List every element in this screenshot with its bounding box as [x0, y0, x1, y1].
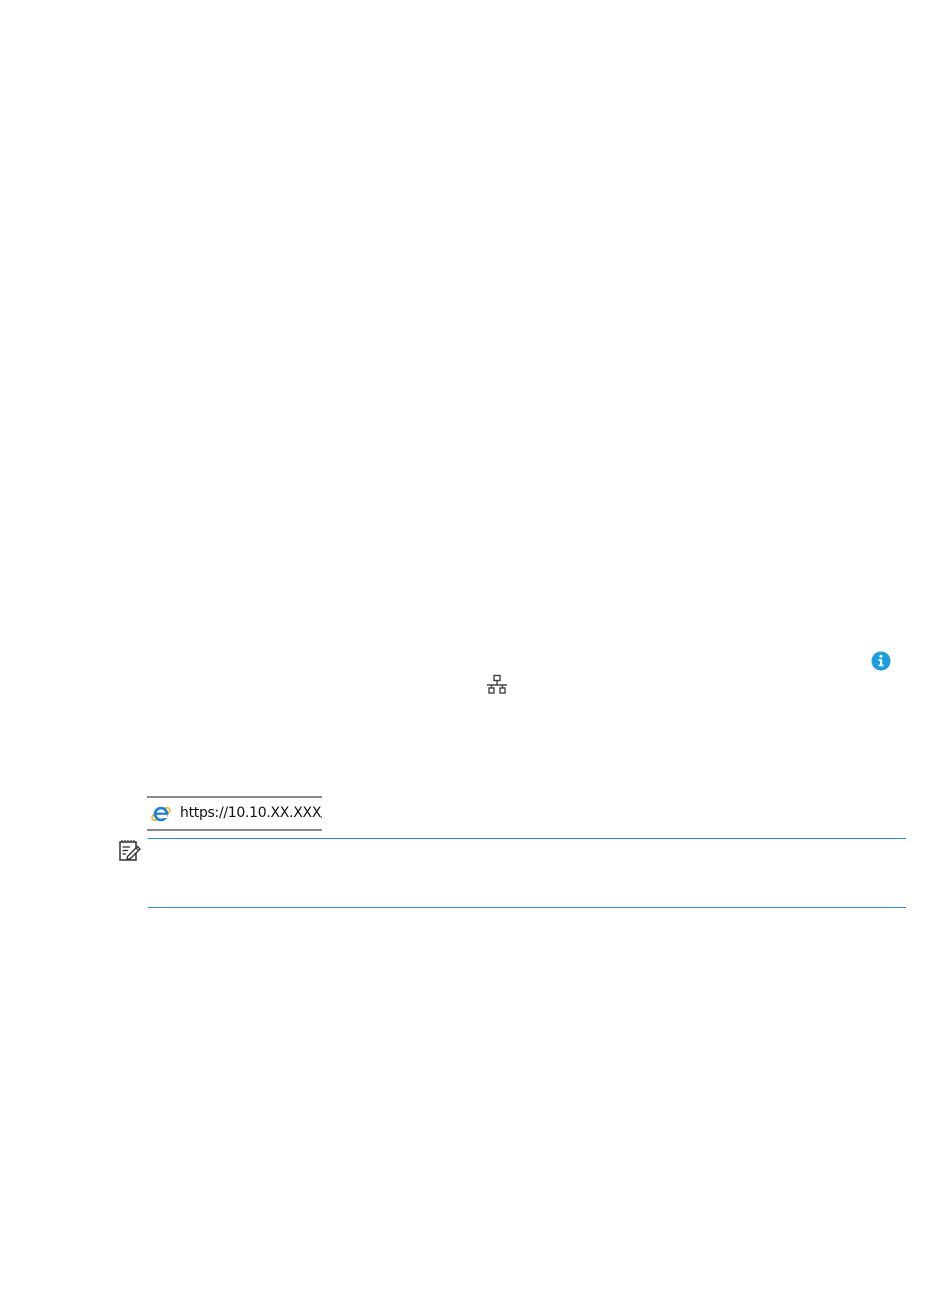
network-icon [487, 674, 507, 694]
note-top-rule [148, 838, 906, 839]
note-bottom-rule [148, 907, 906, 908]
address-url: https://10.10.XX.XXX/ [180, 805, 322, 821]
browser-address-bar[interactable]: https://10.10.XX.XXX/ [147, 796, 322, 831]
internet-explorer-icon [151, 806, 171, 822]
info-icon [871, 651, 891, 671]
note-block [118, 836, 906, 908]
note-icon [119, 840, 141, 861]
